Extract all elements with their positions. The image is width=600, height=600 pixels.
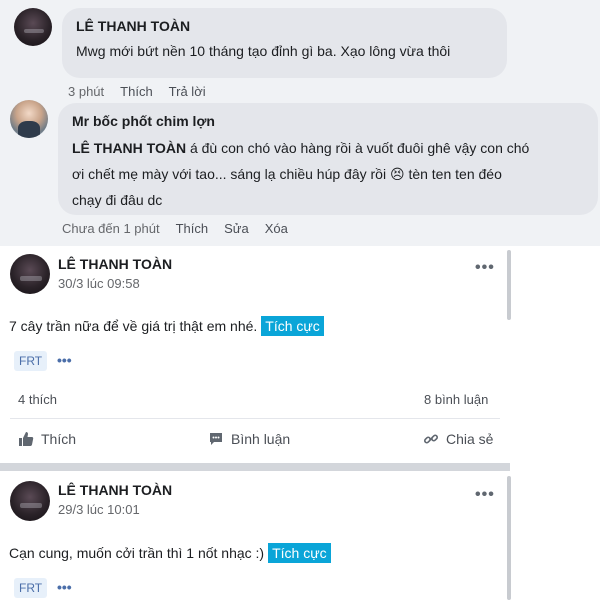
comment-meta: Chưa đến 1 phút Thích Sửa Xóa [62, 221, 288, 236]
comment-text: Mwg mới bứt nền 10 tháng tạo đỉnh gì ba.… [76, 43, 451, 59]
comment-text-line: á đù con chó vào hàng rồi à vuốt đuôi gh… [186, 140, 530, 156]
thumbs-up-icon [19, 432, 34, 446]
avatar[interactable] [14, 8, 52, 46]
link-icon [423, 434, 439, 444]
post-author[interactable]: LÊ THANH TOÀN [58, 256, 172, 272]
avatar[interactable] [10, 254, 50, 294]
more-options-button[interactable]: ••• [475, 259, 495, 277]
post-author[interactable]: LÊ THANH TOÀN [58, 482, 172, 498]
like-link[interactable]: Thích [120, 84, 153, 99]
post-card: LÊ THANH TOÀN 30/3 lúc 09:58 ••• 7 cây t… [0, 246, 510, 462]
comment-text-line: ơi chết mẹ mày với tao... sáng lạ chiều … [72, 166, 502, 182]
reply-link[interactable]: Trả lời [169, 84, 206, 99]
comment-author[interactable]: LÊ THANH TOÀN [76, 18, 493, 34]
like-link[interactable]: Thích [176, 221, 209, 236]
share-label: Chia sẻ [446, 431, 494, 447]
likes-count[interactable]: 4 thích [18, 392, 57, 407]
comment-time[interactable]: 3 phút [68, 84, 104, 99]
delete-link[interactable]: Xóa [265, 221, 288, 236]
like-label: Thích [41, 431, 77, 447]
like-button[interactable]: Thích [18, 431, 76, 447]
more-chips-button[interactable]: ••• [57, 352, 72, 368]
avatar[interactable] [10, 481, 50, 521]
stock-chip[interactable]: FRT [14, 351, 48, 371]
post-text: 7 cây trần nữa để về giá trị thật em nhé… [9, 316, 324, 336]
comment-meta: 3 phút Thích Trả lời [68, 84, 206, 99]
comment-button[interactable]: Bình luận [208, 431, 290, 447]
more-options-button[interactable]: ••• [475, 486, 495, 504]
post-text: Cạn cung, muốn cởi trần thì 1 nốt nhạc :… [9, 543, 331, 563]
post-time[interactable]: 29/3 lúc 10:01 [58, 502, 140, 517]
more-chips-button[interactable]: ••• [57, 579, 72, 595]
post-text-content: Cạn cung, muốn cởi trần thì 1 nốt nhạc :… [9, 545, 265, 561]
comment-label: Bình luận [231, 431, 291, 447]
divider [10, 418, 500, 419]
mention-link[interactable]: LÊ THANH TOÀN [72, 140, 186, 156]
scrollbar[interactable] [507, 476, 511, 600]
comments-panel: LÊ THANH TOÀN Mwg mới bứt nền 10 tháng t… [0, 0, 600, 246]
scrollbar[interactable] [507, 250, 511, 320]
post-separator [0, 463, 510, 471]
comment-text-line: chạy đi đâu dc [72, 192, 163, 208]
post-text-content: 7 cây trần nữa để về giá trị thật em nhé… [9, 318, 258, 334]
comment-time[interactable]: Chưa đến 1 phút [62, 221, 160, 236]
comment-icon [210, 433, 222, 445]
sentiment-tag[interactable]: Tích cực [261, 316, 324, 336]
edit-link[interactable]: Sửa [224, 221, 249, 236]
comment-text: LÊ THANH TOÀN á đù con chó vào hàng rồi … [72, 135, 584, 213]
comment-author[interactable]: Mr bốc phốt chim lợn [72, 113, 584, 129]
post-time[interactable]: 30/3 lúc 09:58 [58, 276, 140, 291]
comments-count[interactable]: 8 bình luận [424, 392, 488, 407]
comment-bubble: LÊ THANH TOÀN Mwg mới bứt nền 10 tháng t… [62, 8, 507, 78]
share-button[interactable]: Chia sẻ [423, 431, 493, 447]
post-card: LÊ THANH TOÀN 29/3 lúc 10:01 ••• Cạn cun… [0, 471, 510, 600]
comment-bubble: Mr bốc phốt chim lợn LÊ THANH TOÀN á đù … [58, 103, 598, 215]
avatar[interactable] [10, 100, 48, 138]
sentiment-tag[interactable]: Tích cực [268, 543, 331, 563]
stock-chip[interactable]: FRT [14, 578, 48, 598]
